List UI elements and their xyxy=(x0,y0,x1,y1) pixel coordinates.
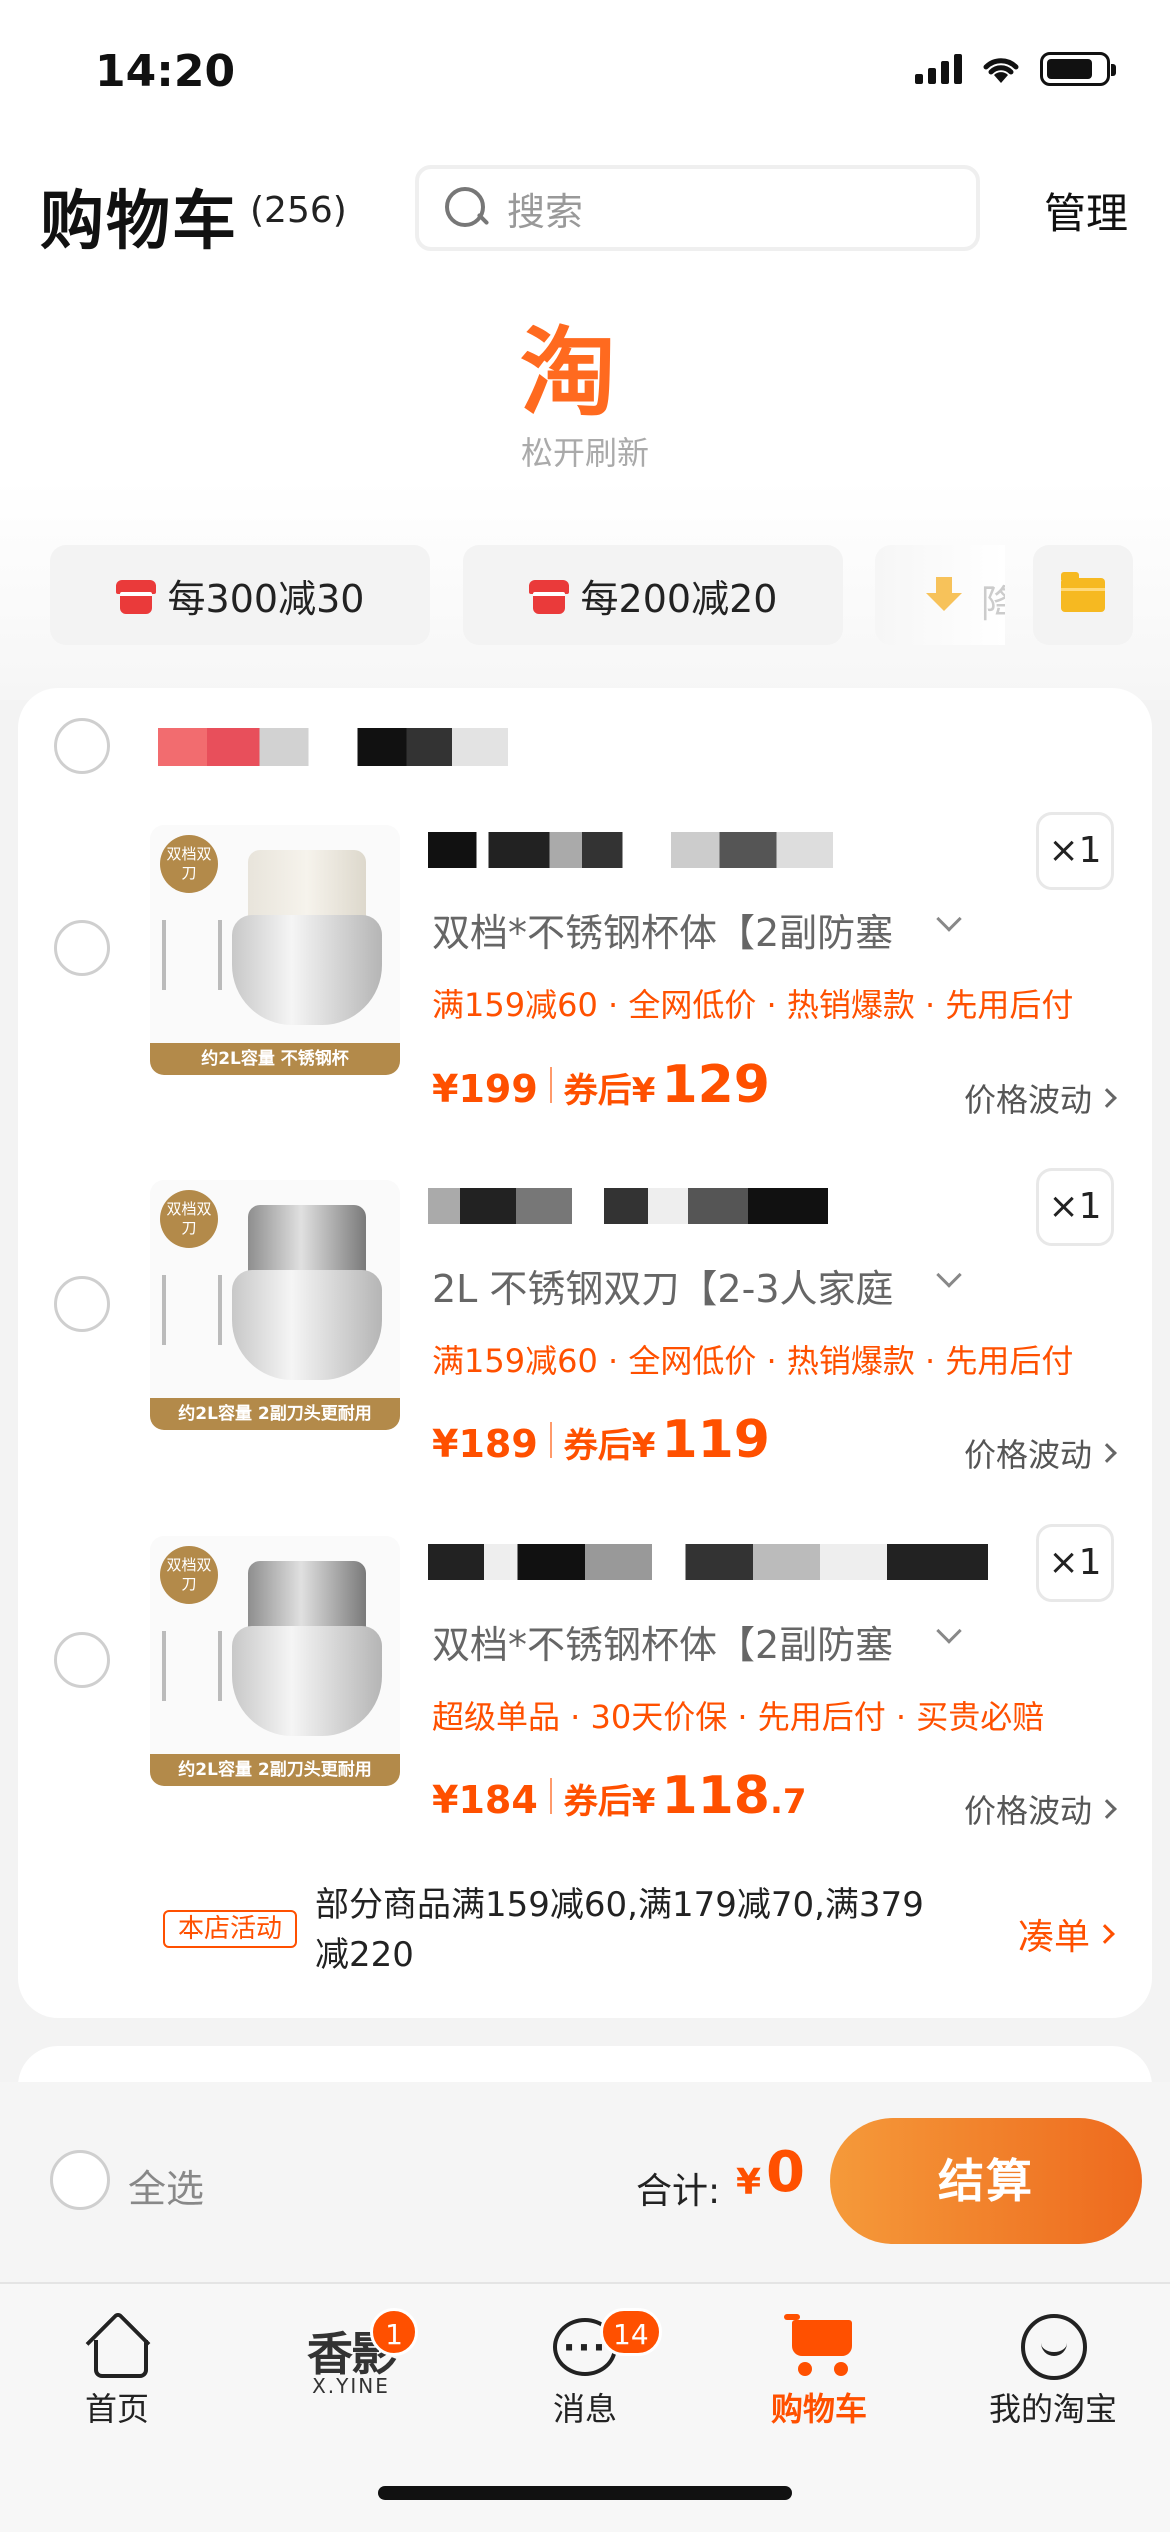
notification-badge: 14 xyxy=(600,2308,662,2356)
chevron-right-icon xyxy=(1097,1799,1117,1819)
status-icons xyxy=(915,52,1116,86)
chevron-right-icon xyxy=(1095,1924,1115,1944)
original-price: ¥184 xyxy=(432,1778,538,1822)
price-drop-arrow-icon xyxy=(926,577,962,611)
original-price: ¥199 xyxy=(432,1067,538,1111)
after-coupon-label: 券后¥ xyxy=(563,1782,656,1822)
price-wave-link[interactable]: 价格波动 xyxy=(963,1075,1117,1121)
product-image-caption: 约2L容量 2副刀头更耐用 xyxy=(150,1754,400,1786)
total-value: 0 xyxy=(766,2140,805,2205)
tab-label: 我的淘宝 xyxy=(988,2390,1117,2428)
quantity-selector[interactable]: ×1 xyxy=(1036,1524,1114,1602)
product-checkbox[interactable] xyxy=(54,920,110,976)
store-activity-text: 部分商品满159减60,满179减70,满379减220 xyxy=(315,1885,924,1975)
collect-order-label: 凑单 xyxy=(1018,1917,1091,1958)
final-price: 129 xyxy=(661,1055,770,1115)
final-price: 118 xyxy=(661,1766,770,1826)
tab-label: 首页 xyxy=(84,2390,149,2428)
total-label: 合计: xyxy=(636,2171,721,2212)
shop-coupon-icon xyxy=(528,580,569,614)
page-title: 购物车 xyxy=(40,185,238,259)
original-price: ¥189 xyxy=(432,1422,538,1466)
price-row: ¥189 券后¥ 119 xyxy=(432,1410,770,1470)
cart-count: (256) xyxy=(250,190,347,231)
after-coupon-label: 券后¥ xyxy=(563,1426,656,1466)
home-icon xyxy=(86,2314,148,2378)
price-wave-label: 价格波动 xyxy=(963,1436,1092,1474)
product-title[interactable] xyxy=(428,1544,988,1580)
product-title[interactable] xyxy=(428,832,833,868)
final-price: 119 xyxy=(661,1410,770,1470)
chevron-right-icon xyxy=(1097,1443,1117,1463)
final-price-decimal: .7 xyxy=(769,1782,807,1822)
refresh-text: 松开刷新 xyxy=(520,434,649,472)
product-image-tag: 双档双刀 xyxy=(160,1190,218,1248)
folder-button[interactable] xyxy=(1033,545,1133,645)
product-checkbox[interactable] xyxy=(54,1632,110,1688)
tab-home[interactable]: 首页 xyxy=(0,2284,234,2454)
price-wave-link[interactable]: 价格波动 xyxy=(963,1430,1117,1476)
xying-app-subtext: X.YINE xyxy=(312,2374,390,2398)
tab-my-taobao[interactable]: 我的淘宝 xyxy=(936,2284,1170,2454)
search-icon xyxy=(443,185,489,231)
tab-label: 消息 xyxy=(552,2390,617,2428)
shop-coupon-icon xyxy=(115,580,156,614)
wifi-icon xyxy=(983,58,1019,83)
product-image-caption: 约2L容量 不锈钢杯 xyxy=(150,1043,400,1075)
price-wave-label: 价格波动 xyxy=(963,1792,1092,1830)
store-checkbox[interactable] xyxy=(54,718,110,774)
price-wave-label: 价格波动 xyxy=(963,1081,1092,1119)
product-image[interactable]: 双档双刀 约2L容量 2副刀头更耐用 xyxy=(150,1180,400,1430)
filter-chip-label: 每200减20 xyxy=(580,576,778,621)
after-coupon-label: 券后¥ xyxy=(563,1071,656,1111)
store-name[interactable] xyxy=(158,728,508,766)
product-image[interactable]: 双档双刀 约2L容量 不锈钢杯 xyxy=(150,825,400,1075)
tab-xying-app[interactable]: 香影 X.YINE 1 xyxy=(234,2284,468,2454)
product-promo: 满159减60 · 全网低价 · 热销爆款 · 先用后付 xyxy=(432,986,1074,1024)
product-image-caption: 约2L容量 2副刀头更耐用 xyxy=(150,1398,400,1430)
taobao-logo: 淘 xyxy=(520,317,616,429)
collect-order-link[interactable]: 凑单 xyxy=(1018,1908,1115,1960)
filter-chip-label: 降 xyxy=(981,582,1005,626)
quantity-selector[interactable]: ×1 xyxy=(1036,1168,1114,1246)
product-title[interactable] xyxy=(428,1188,828,1224)
filter-chip-label: 每300减30 xyxy=(167,576,365,621)
notification-badge: 1 xyxy=(370,2308,418,2356)
chevron-right-icon xyxy=(1097,1088,1117,1108)
tab-messages[interactable]: 14 消息 xyxy=(468,2284,702,2454)
signal-icon xyxy=(915,54,962,84)
tab-label: 购物车 xyxy=(770,2390,867,2428)
store-activity-badge: 本店活动 xyxy=(163,1910,297,1948)
product-sku[interactable]: 2L 不锈钢双刀【2-3人家庭 xyxy=(432,1258,894,1313)
search-placeholder: 搜索 xyxy=(507,189,584,234)
battery-icon xyxy=(1040,52,1116,86)
product-image-tag: 双档双刀 xyxy=(160,835,218,893)
filter-chip-200-20[interactable]: 每200减20 xyxy=(463,545,843,645)
status-time: 14:20 xyxy=(95,46,236,97)
search-input[interactable]: 搜索 xyxy=(415,165,980,251)
cart-icon xyxy=(784,2310,856,2380)
product-promo: 满159减60 · 全网低价 · 热销爆款 · 先用后付 xyxy=(432,1342,1074,1380)
product-promo: 超级单品 · 30天价保 · 先用后付 · 买贵必赔 xyxy=(432,1698,1045,1736)
product-image[interactable]: 双档双刀 约2L容量 2副刀头更耐用 xyxy=(150,1536,400,1786)
price-wave-link[interactable]: 价格波动 xyxy=(963,1786,1117,1832)
product-checkbox[interactable] xyxy=(54,1276,110,1332)
checkout-button[interactable]: 结算 xyxy=(830,2118,1142,2244)
price-row: ¥184 券后¥ 118 .7 xyxy=(432,1766,807,1826)
product-sku[interactable]: 双档*不锈钢杯体【2副防塞 xyxy=(432,902,893,957)
folder-icon xyxy=(1061,572,1105,612)
home-indicator xyxy=(378,2486,792,2500)
quantity-selector[interactable]: ×1 xyxy=(1036,812,1114,890)
select-all-checkbox[interactable] xyxy=(50,2150,110,2210)
filter-chip-price-drop[interactable]: 降 xyxy=(875,545,1005,645)
smile-icon xyxy=(1021,2314,1087,2380)
tab-cart[interactable]: 购物车 xyxy=(702,2284,936,2454)
filter-chip-300-30[interactable]: 每300减30 xyxy=(50,545,430,645)
select-all-label[interactable]: 全选 xyxy=(128,2158,204,2213)
product-image-tag: 双档双刀 xyxy=(160,1546,218,1604)
manage-button[interactable]: 管理 xyxy=(1044,180,1128,241)
price-row: ¥199 券后¥ 129 xyxy=(432,1055,770,1115)
product-sku[interactable]: 双档*不锈钢杯体【2副防塞 xyxy=(432,1614,893,1669)
total-currency: ¥ xyxy=(736,2162,762,2203)
